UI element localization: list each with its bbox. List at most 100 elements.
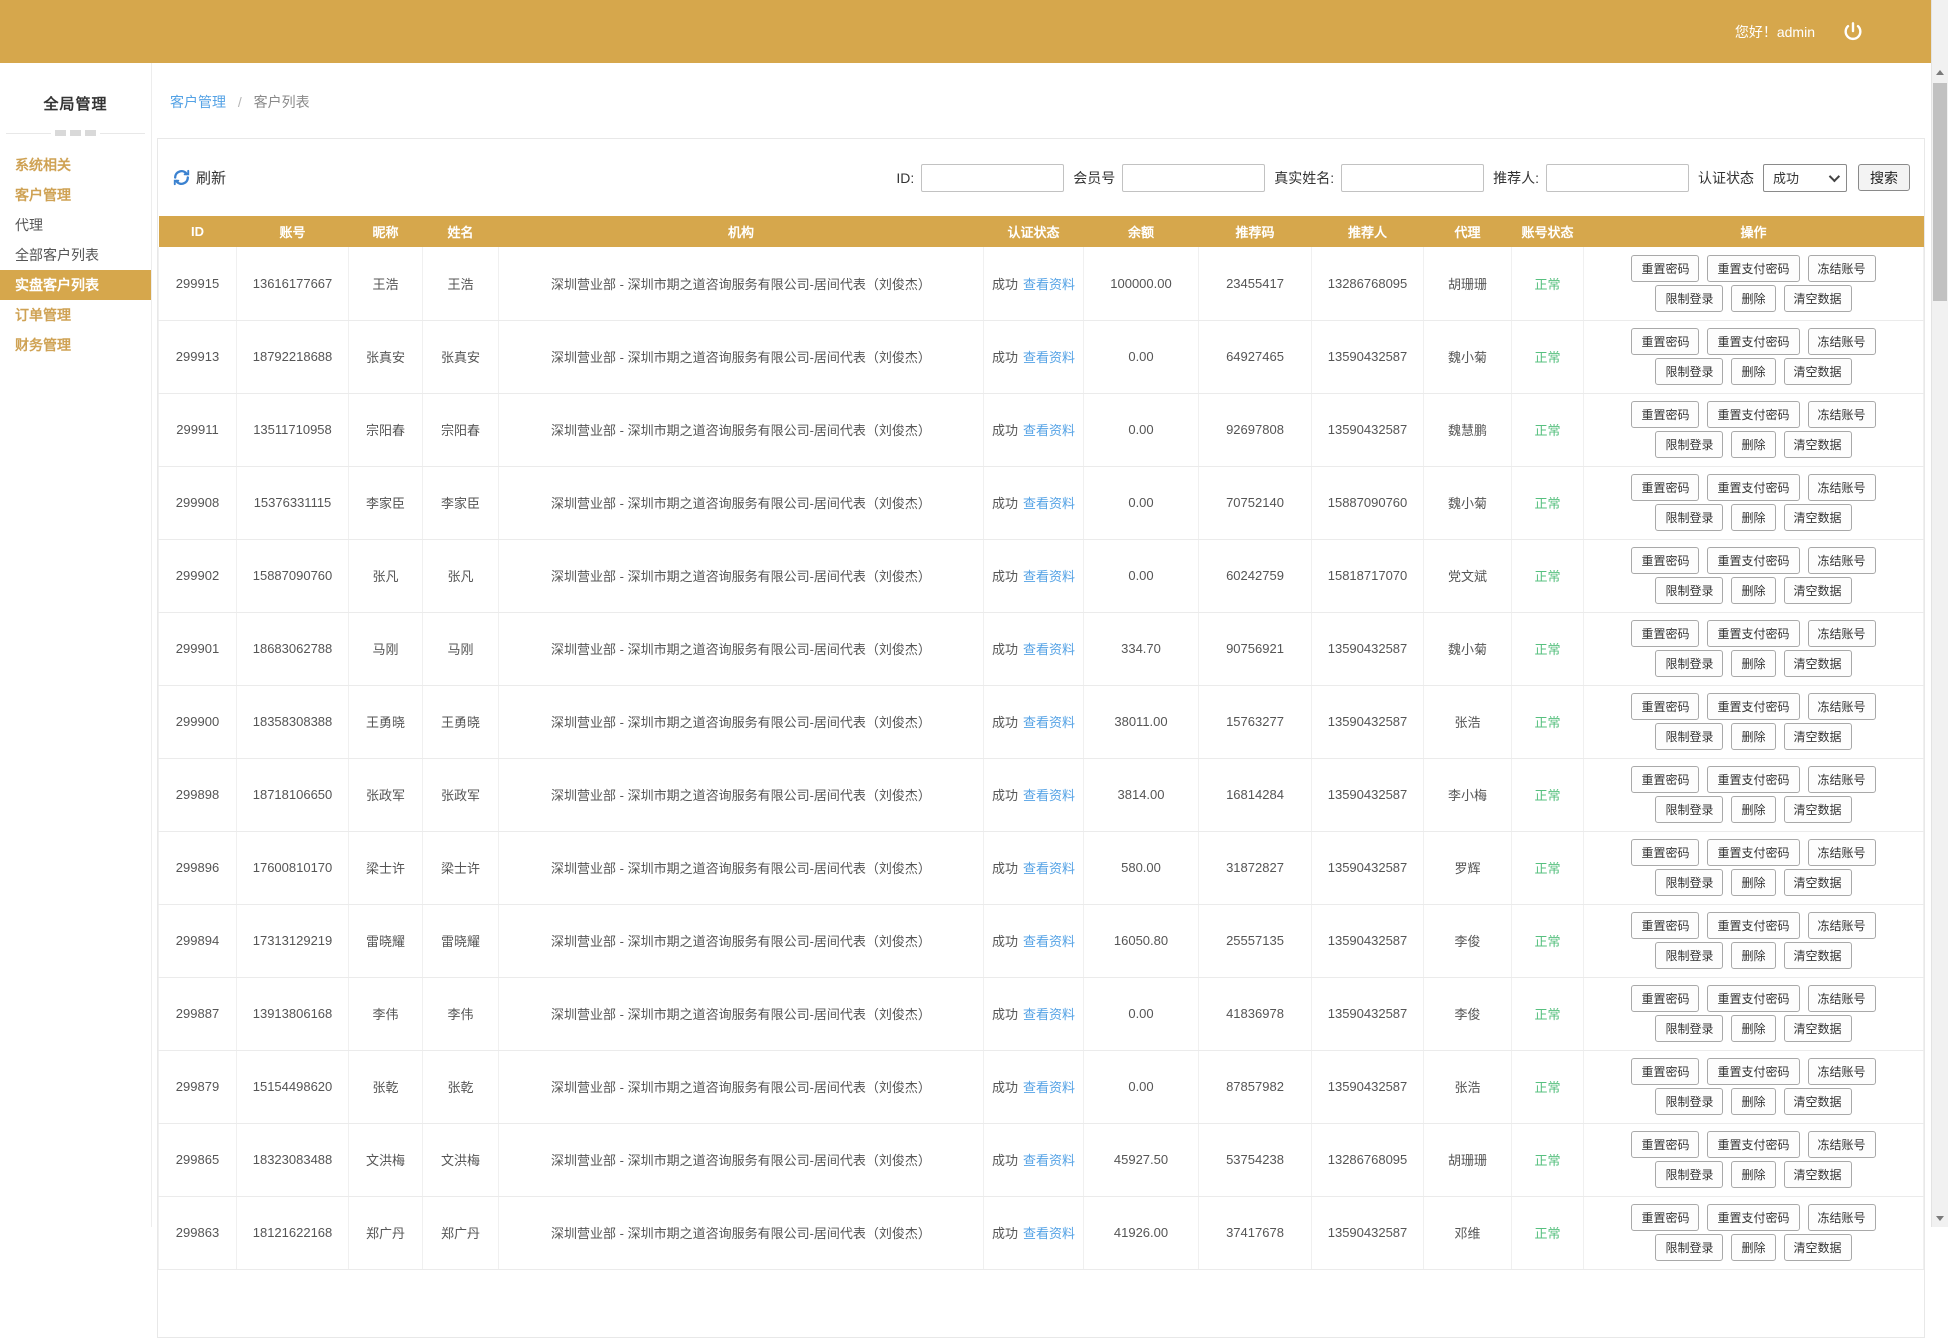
auth-status-select[interactable]: 成功 bbox=[1763, 164, 1847, 192]
action-button-冻结账号[interactable]: 冻结账号 bbox=[1808, 328, 1876, 355]
action-button-冻结账号[interactable]: 冻结账号 bbox=[1808, 693, 1876, 720]
action-button-清空数据[interactable]: 清空数据 bbox=[1784, 358, 1852, 385]
action-button-删除[interactable]: 删除 bbox=[1731, 1234, 1775, 1261]
action-button-删除[interactable]: 删除 bbox=[1731, 650, 1775, 677]
breadcrumb-parent-link[interactable]: 客户管理 bbox=[170, 94, 226, 110]
action-button-清空数据[interactable]: 清空数据 bbox=[1784, 1161, 1852, 1188]
sidebar-item-财务管理[interactable]: 财务管理 bbox=[0, 330, 151, 360]
action-button-重置支付密码[interactable]: 重置支付密码 bbox=[1707, 985, 1799, 1012]
action-button-限制登录[interactable]: 限制登录 bbox=[1655, 504, 1723, 531]
action-button-冻结账号[interactable]: 冻结账号 bbox=[1808, 766, 1876, 793]
action-button-重置密码[interactable]: 重置密码 bbox=[1631, 766, 1699, 793]
view-profile-link[interactable]: 查看资料 bbox=[1023, 350, 1075, 365]
action-button-限制登录[interactable]: 限制登录 bbox=[1655, 431, 1723, 458]
action-button-限制登录[interactable]: 限制登录 bbox=[1655, 1161, 1723, 1188]
action-button-清空数据[interactable]: 清空数据 bbox=[1784, 1088, 1852, 1115]
action-button-冻结账号[interactable]: 冻结账号 bbox=[1808, 620, 1876, 647]
action-button-删除[interactable]: 删除 bbox=[1731, 504, 1775, 531]
action-button-重置密码[interactable]: 重置密码 bbox=[1631, 1058, 1699, 1085]
action-button-删除[interactable]: 删除 bbox=[1731, 431, 1775, 458]
action-button-限制登录[interactable]: 限制登录 bbox=[1655, 1015, 1723, 1042]
action-button-删除[interactable]: 删除 bbox=[1731, 1161, 1775, 1188]
action-button-限制登录[interactable]: 限制登录 bbox=[1655, 869, 1723, 896]
action-button-冻结账号[interactable]: 冻结账号 bbox=[1808, 839, 1876, 866]
action-button-清空数据[interactable]: 清空数据 bbox=[1784, 1015, 1852, 1042]
view-profile-link[interactable]: 查看资料 bbox=[1023, 1153, 1075, 1168]
action-button-重置支付密码[interactable]: 重置支付密码 bbox=[1707, 255, 1799, 282]
view-profile-link[interactable]: 查看资料 bbox=[1023, 934, 1075, 949]
action-button-清空数据[interactable]: 清空数据 bbox=[1784, 431, 1852, 458]
scrollbar-down-arrow-icon[interactable] bbox=[1932, 1210, 1948, 1227]
action-button-清空数据[interactable]: 清空数据 bbox=[1784, 723, 1852, 750]
view-profile-link[interactable]: 查看资料 bbox=[1023, 496, 1075, 511]
action-button-删除[interactable]: 删除 bbox=[1731, 577, 1775, 604]
action-button-重置密码[interactable]: 重置密码 bbox=[1631, 620, 1699, 647]
action-button-限制登录[interactable]: 限制登录 bbox=[1655, 577, 1723, 604]
action-button-清空数据[interactable]: 清空数据 bbox=[1784, 504, 1852, 531]
view-profile-link[interactable]: 查看资料 bbox=[1023, 1226, 1075, 1241]
action-button-限制登录[interactable]: 限制登录 bbox=[1655, 1088, 1723, 1115]
refresh-button[interactable]: 刷新 bbox=[172, 167, 226, 188]
view-profile-link[interactable]: 查看资料 bbox=[1023, 715, 1075, 730]
scrollbar-up-arrow-icon[interactable] bbox=[1932, 64, 1948, 81]
scrollbar-thumb[interactable] bbox=[1933, 83, 1947, 301]
action-button-重置密码[interactable]: 重置密码 bbox=[1631, 401, 1699, 428]
action-button-清空数据[interactable]: 清空数据 bbox=[1784, 285, 1852, 312]
action-button-限制登录[interactable]: 限制登录 bbox=[1655, 723, 1723, 750]
action-button-限制登录[interactable]: 限制登录 bbox=[1655, 358, 1723, 385]
action-button-重置密码[interactable]: 重置密码 bbox=[1631, 474, 1699, 501]
action-button-限制登录[interactable]: 限制登录 bbox=[1655, 942, 1723, 969]
logout-power-icon[interactable] bbox=[1841, 20, 1865, 44]
action-button-冻结账号[interactable]: 冻结账号 bbox=[1808, 401, 1876, 428]
action-button-删除[interactable]: 删除 bbox=[1731, 358, 1775, 385]
action-button-重置密码[interactable]: 重置密码 bbox=[1631, 985, 1699, 1012]
action-button-清空数据[interactable]: 清空数据 bbox=[1784, 650, 1852, 677]
action-button-限制登录[interactable]: 限制登录 bbox=[1655, 796, 1723, 823]
action-button-重置密码[interactable]: 重置密码 bbox=[1631, 255, 1699, 282]
referrer-filter-input[interactable] bbox=[1546, 164, 1689, 192]
sidebar-item-订单管理[interactable]: 订单管理 bbox=[0, 300, 151, 330]
action-button-重置密码[interactable]: 重置密码 bbox=[1631, 693, 1699, 720]
action-button-删除[interactable]: 删除 bbox=[1731, 285, 1775, 312]
action-button-重置支付密码[interactable]: 重置支付密码 bbox=[1707, 766, 1799, 793]
action-button-重置支付密码[interactable]: 重置支付密码 bbox=[1707, 1131, 1799, 1158]
view-profile-link[interactable]: 查看资料 bbox=[1023, 569, 1075, 584]
view-profile-link[interactable]: 查看资料 bbox=[1023, 1080, 1075, 1095]
action-button-冻结账号[interactable]: 冻结账号 bbox=[1808, 255, 1876, 282]
action-button-重置支付密码[interactable]: 重置支付密码 bbox=[1707, 1058, 1799, 1085]
action-button-重置支付密码[interactable]: 重置支付密码 bbox=[1707, 401, 1799, 428]
sidebar-item-客户管理[interactable]: 客户管理 bbox=[0, 180, 151, 210]
view-profile-link[interactable]: 查看资料 bbox=[1023, 423, 1075, 438]
action-button-重置支付密码[interactable]: 重置支付密码 bbox=[1707, 839, 1799, 866]
action-button-重置密码[interactable]: 重置密码 bbox=[1631, 328, 1699, 355]
action-button-冻结账号[interactable]: 冻结账号 bbox=[1808, 547, 1876, 574]
action-button-重置支付密码[interactable]: 重置支付密码 bbox=[1707, 912, 1799, 939]
action-button-删除[interactable]: 删除 bbox=[1731, 869, 1775, 896]
action-button-重置密码[interactable]: 重置密码 bbox=[1631, 839, 1699, 866]
view-profile-link[interactable]: 查看资料 bbox=[1023, 861, 1075, 876]
action-button-重置密码[interactable]: 重置密码 bbox=[1631, 912, 1699, 939]
action-button-删除[interactable]: 删除 bbox=[1731, 1015, 1775, 1042]
action-button-冻结账号[interactable]: 冻结账号 bbox=[1808, 474, 1876, 501]
view-profile-link[interactable]: 查看资料 bbox=[1023, 642, 1075, 657]
action-button-限制登录[interactable]: 限制登录 bbox=[1655, 650, 1723, 677]
action-button-冻结账号[interactable]: 冻结账号 bbox=[1808, 1131, 1876, 1158]
action-button-冻结账号[interactable]: 冻结账号 bbox=[1808, 985, 1876, 1012]
real-name-filter-input[interactable] bbox=[1341, 164, 1484, 192]
sidebar-item-全部客户列表[interactable]: 全部客户列表 bbox=[0, 240, 151, 270]
view-profile-link[interactable]: 查看资料 bbox=[1023, 1007, 1075, 1022]
action-button-冻结账号[interactable]: 冻结账号 bbox=[1808, 912, 1876, 939]
id-filter-input[interactable] bbox=[921, 164, 1064, 192]
member-no-filter-input[interactable] bbox=[1122, 164, 1265, 192]
action-button-删除[interactable]: 删除 bbox=[1731, 1088, 1775, 1115]
action-button-清空数据[interactable]: 清空数据 bbox=[1784, 942, 1852, 969]
action-button-重置支付密码[interactable]: 重置支付密码 bbox=[1707, 620, 1799, 647]
action-button-重置支付密码[interactable]: 重置支付密码 bbox=[1707, 328, 1799, 355]
sidebar-item-代理[interactable]: 代理 bbox=[0, 210, 151, 240]
action-button-冻结账号[interactable]: 冻结账号 bbox=[1808, 1058, 1876, 1085]
action-button-重置密码[interactable]: 重置密码 bbox=[1631, 547, 1699, 574]
action-button-清空数据[interactable]: 清空数据 bbox=[1784, 577, 1852, 604]
action-button-重置支付密码[interactable]: 重置支付密码 bbox=[1707, 547, 1799, 574]
action-button-清空数据[interactable]: 清空数据 bbox=[1784, 796, 1852, 823]
action-button-重置密码[interactable]: 重置密码 bbox=[1631, 1131, 1699, 1158]
